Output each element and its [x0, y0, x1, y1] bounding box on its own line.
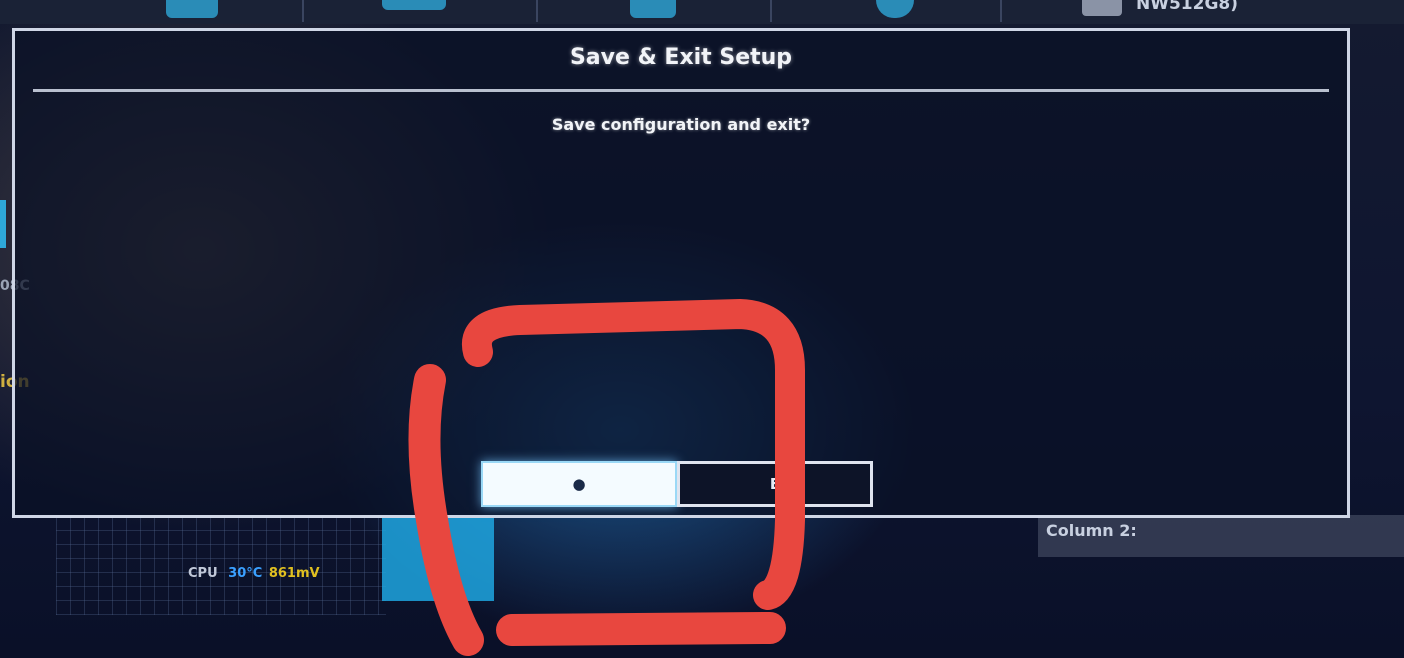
- annotation-stroke-bottom: [496, 612, 786, 646]
- bios-screen: NW512G8) 08C ion CPU 30°C 861mV Column 2…: [0, 0, 1404, 658]
- annotation-stroke-top-right: [461, 299, 805, 610]
- annotation-stroke-left: [408, 364, 484, 656]
- red-annotation-marker: [408, 299, 805, 656]
